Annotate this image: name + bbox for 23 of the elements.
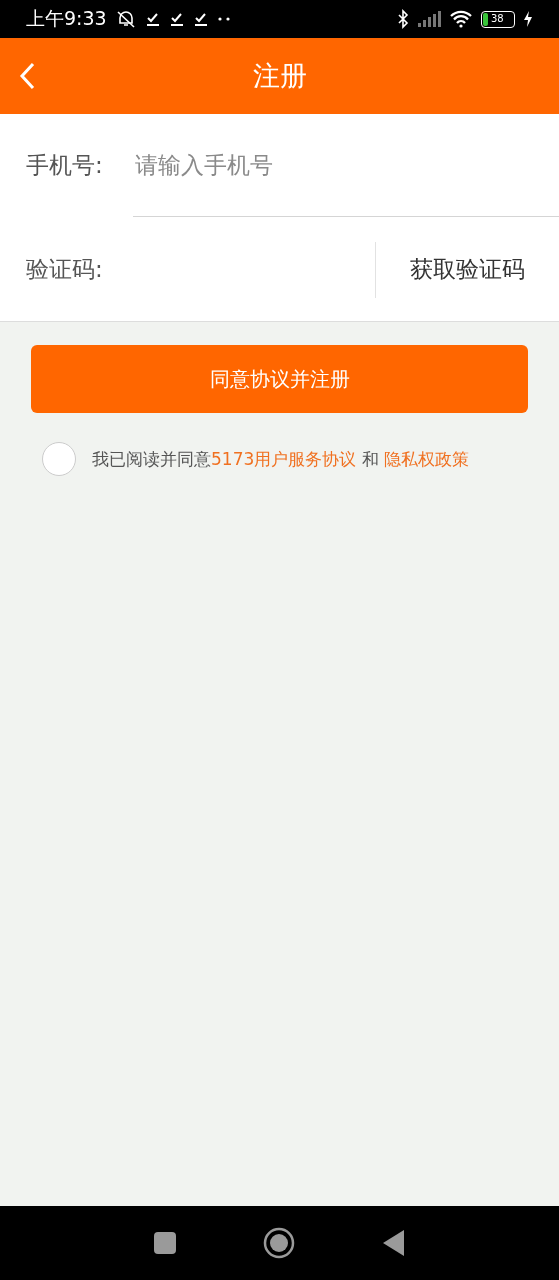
back-icon[interactable] (18, 61, 36, 91)
charging-icon (523, 11, 533, 27)
check-icon (192, 11, 209, 27)
back-nav-icon[interactable] (383, 1230, 406, 1256)
service-agreement-link[interactable]: 5173用户服务协议 (211, 448, 357, 469)
field-label: 手机号: (26, 151, 104, 180)
status-time: 上午9:33 (26, 6, 107, 31)
register-button[interactable]: 同意协议并注册 (31, 345, 528, 413)
wifi-icon (449, 10, 473, 28)
square-nav-icon[interactable] (153, 1232, 176, 1254)
get-code-button[interactable]: 获取验证码 (376, 217, 559, 322)
check-icon (168, 11, 185, 27)
battery-icon: 38 (481, 10, 515, 28)
field-label: 验证码: (26, 255, 104, 284)
privacy-policy-link[interactable]: 隐私权政策 (384, 448, 470, 469)
page-title: 注册 (252, 59, 307, 93)
agreement-text: 我已阅读并同意5173用户服务协议 和 隐私权政策 (92, 447, 470, 471)
check-icon (144, 11, 161, 27)
more-dots-icon (216, 16, 231, 22)
bluetooth-icon (397, 9, 409, 29)
signal-icon (417, 11, 441, 27)
agree-checkbox[interactable] (42, 442, 76, 476)
home-nav-icon[interactable] (263, 1227, 296, 1259)
